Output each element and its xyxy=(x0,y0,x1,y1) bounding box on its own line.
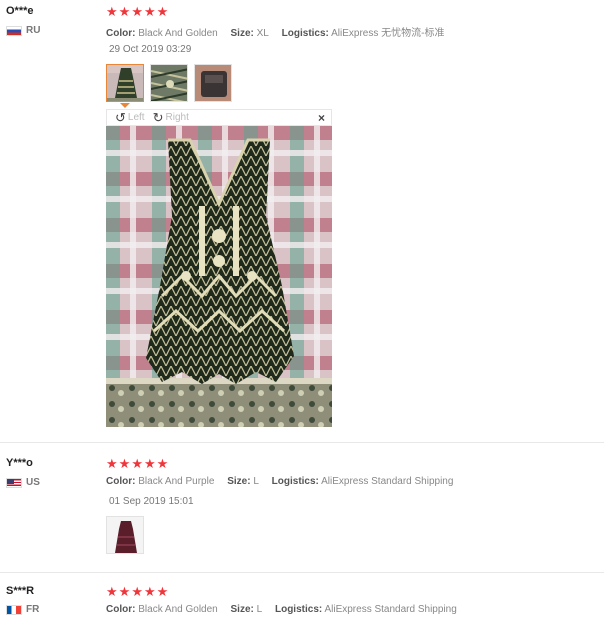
rotate-left-label: Left xyxy=(127,112,145,123)
size-value: XL xyxy=(256,28,269,39)
order-attributes: Color: Black And Purple Size: L Logistic… xyxy=(106,476,453,487)
dress-photo-thumb xyxy=(107,65,143,101)
order-attributes: Color: Black And Golden Size: L Logistic… xyxy=(106,604,457,615)
review-date: 01 Sep 2019 15:01 xyxy=(109,496,194,507)
star-icon: ★ xyxy=(143,584,156,599)
reviewer-country: US xyxy=(6,477,40,488)
expanded-review-photo xyxy=(106,126,332,427)
review-divider xyxy=(0,572,604,573)
star-icon: ★ xyxy=(131,584,143,599)
star-icon: ★ xyxy=(156,4,169,19)
rotate-left-icon: ↺ xyxy=(115,110,126,125)
color-label: Color: xyxy=(106,28,136,39)
flag-ru-icon xyxy=(6,25,22,36)
selected-thumb-caret xyxy=(120,103,130,108)
country-code: US xyxy=(26,477,40,488)
country-code: FR xyxy=(26,604,40,615)
star-icon: ★ xyxy=(156,456,169,471)
photo-thumbnail[interactable] xyxy=(194,64,232,102)
rotate-right-label: Right xyxy=(165,112,189,123)
image-viewer-toolbar: ↺ Left ↻ Right × xyxy=(106,109,332,126)
size-label: Size: xyxy=(230,604,254,615)
star-icon: ★ xyxy=(106,4,118,19)
close-icon[interactable]: × xyxy=(318,111,325,125)
color-label: Color: xyxy=(106,604,136,615)
reviewer-country: FR xyxy=(6,604,39,615)
color-value: Black And Golden xyxy=(138,604,218,615)
photo-thumbnail[interactable] xyxy=(150,64,188,102)
rotate-left-button[interactable]: ↺ Left xyxy=(115,111,145,124)
color-label: Color: xyxy=(106,476,136,487)
size-label: Size: xyxy=(230,28,254,39)
star-icon: ★ xyxy=(106,456,118,471)
dress-photo xyxy=(106,126,332,427)
flag-us-icon xyxy=(6,477,22,488)
star-icon: ★ xyxy=(131,456,143,471)
dress-detail-thumb xyxy=(151,65,187,101)
star-icon: ★ xyxy=(106,584,118,599)
logistics-label: Logistics: xyxy=(271,476,319,487)
logistics-label: Logistics: xyxy=(274,604,323,615)
photo-thumbnails xyxy=(106,516,144,554)
reviewer-name: O***e xyxy=(6,5,34,17)
star-icon: ★ xyxy=(118,4,131,19)
photo-thumbnail[interactable] xyxy=(106,64,144,102)
review-divider xyxy=(0,442,604,443)
reviewer-country: RU xyxy=(6,25,40,36)
star-rating: ★ ★ ★ ★ ★ xyxy=(106,5,168,18)
logistics-label: Logistics: xyxy=(281,28,329,39)
purple-dress-thumb xyxy=(107,517,143,553)
country-code: RU xyxy=(26,25,41,36)
star-icon: ★ xyxy=(118,456,131,471)
rotate-right-button[interactable]: ↻ Right xyxy=(153,111,189,124)
photo-thumbnails xyxy=(106,64,232,102)
star-icon: ★ xyxy=(143,4,156,19)
reviewer-name: Y***o xyxy=(6,457,33,469)
star-rating: ★ ★ ★ ★ ★ xyxy=(106,585,168,598)
star-icon: ★ xyxy=(156,584,169,599)
color-value: Black And Golden xyxy=(138,28,218,39)
star-icon: ★ xyxy=(131,4,143,19)
logistics-value: AliExpress Standard Shipping xyxy=(324,604,457,615)
package-thumb xyxy=(195,65,231,101)
rotate-right-icon: ↻ xyxy=(152,110,164,125)
photo-thumbnail[interactable] xyxy=(106,516,144,554)
star-icon: ★ xyxy=(143,456,156,471)
size-label: Size: xyxy=(227,476,251,487)
order-attributes: Color: Black And Golden Size: XL Logisti… xyxy=(106,24,444,39)
color-value: Black And Purple xyxy=(138,476,215,487)
star-icon: ★ xyxy=(118,584,131,599)
size-value: L xyxy=(256,604,263,615)
review-date: 29 Oct 2019 03:29 xyxy=(109,44,192,55)
flag-fr-icon xyxy=(6,604,22,615)
logistics-value: AliExpress Standard Shipping xyxy=(321,476,454,487)
star-rating: ★ ★ ★ ★ ★ xyxy=(106,457,168,470)
reviewer-name: S***R xyxy=(6,585,35,597)
size-value: L xyxy=(253,476,259,487)
logistics-value: AliExpress 无忧物流-标准 xyxy=(331,28,445,39)
